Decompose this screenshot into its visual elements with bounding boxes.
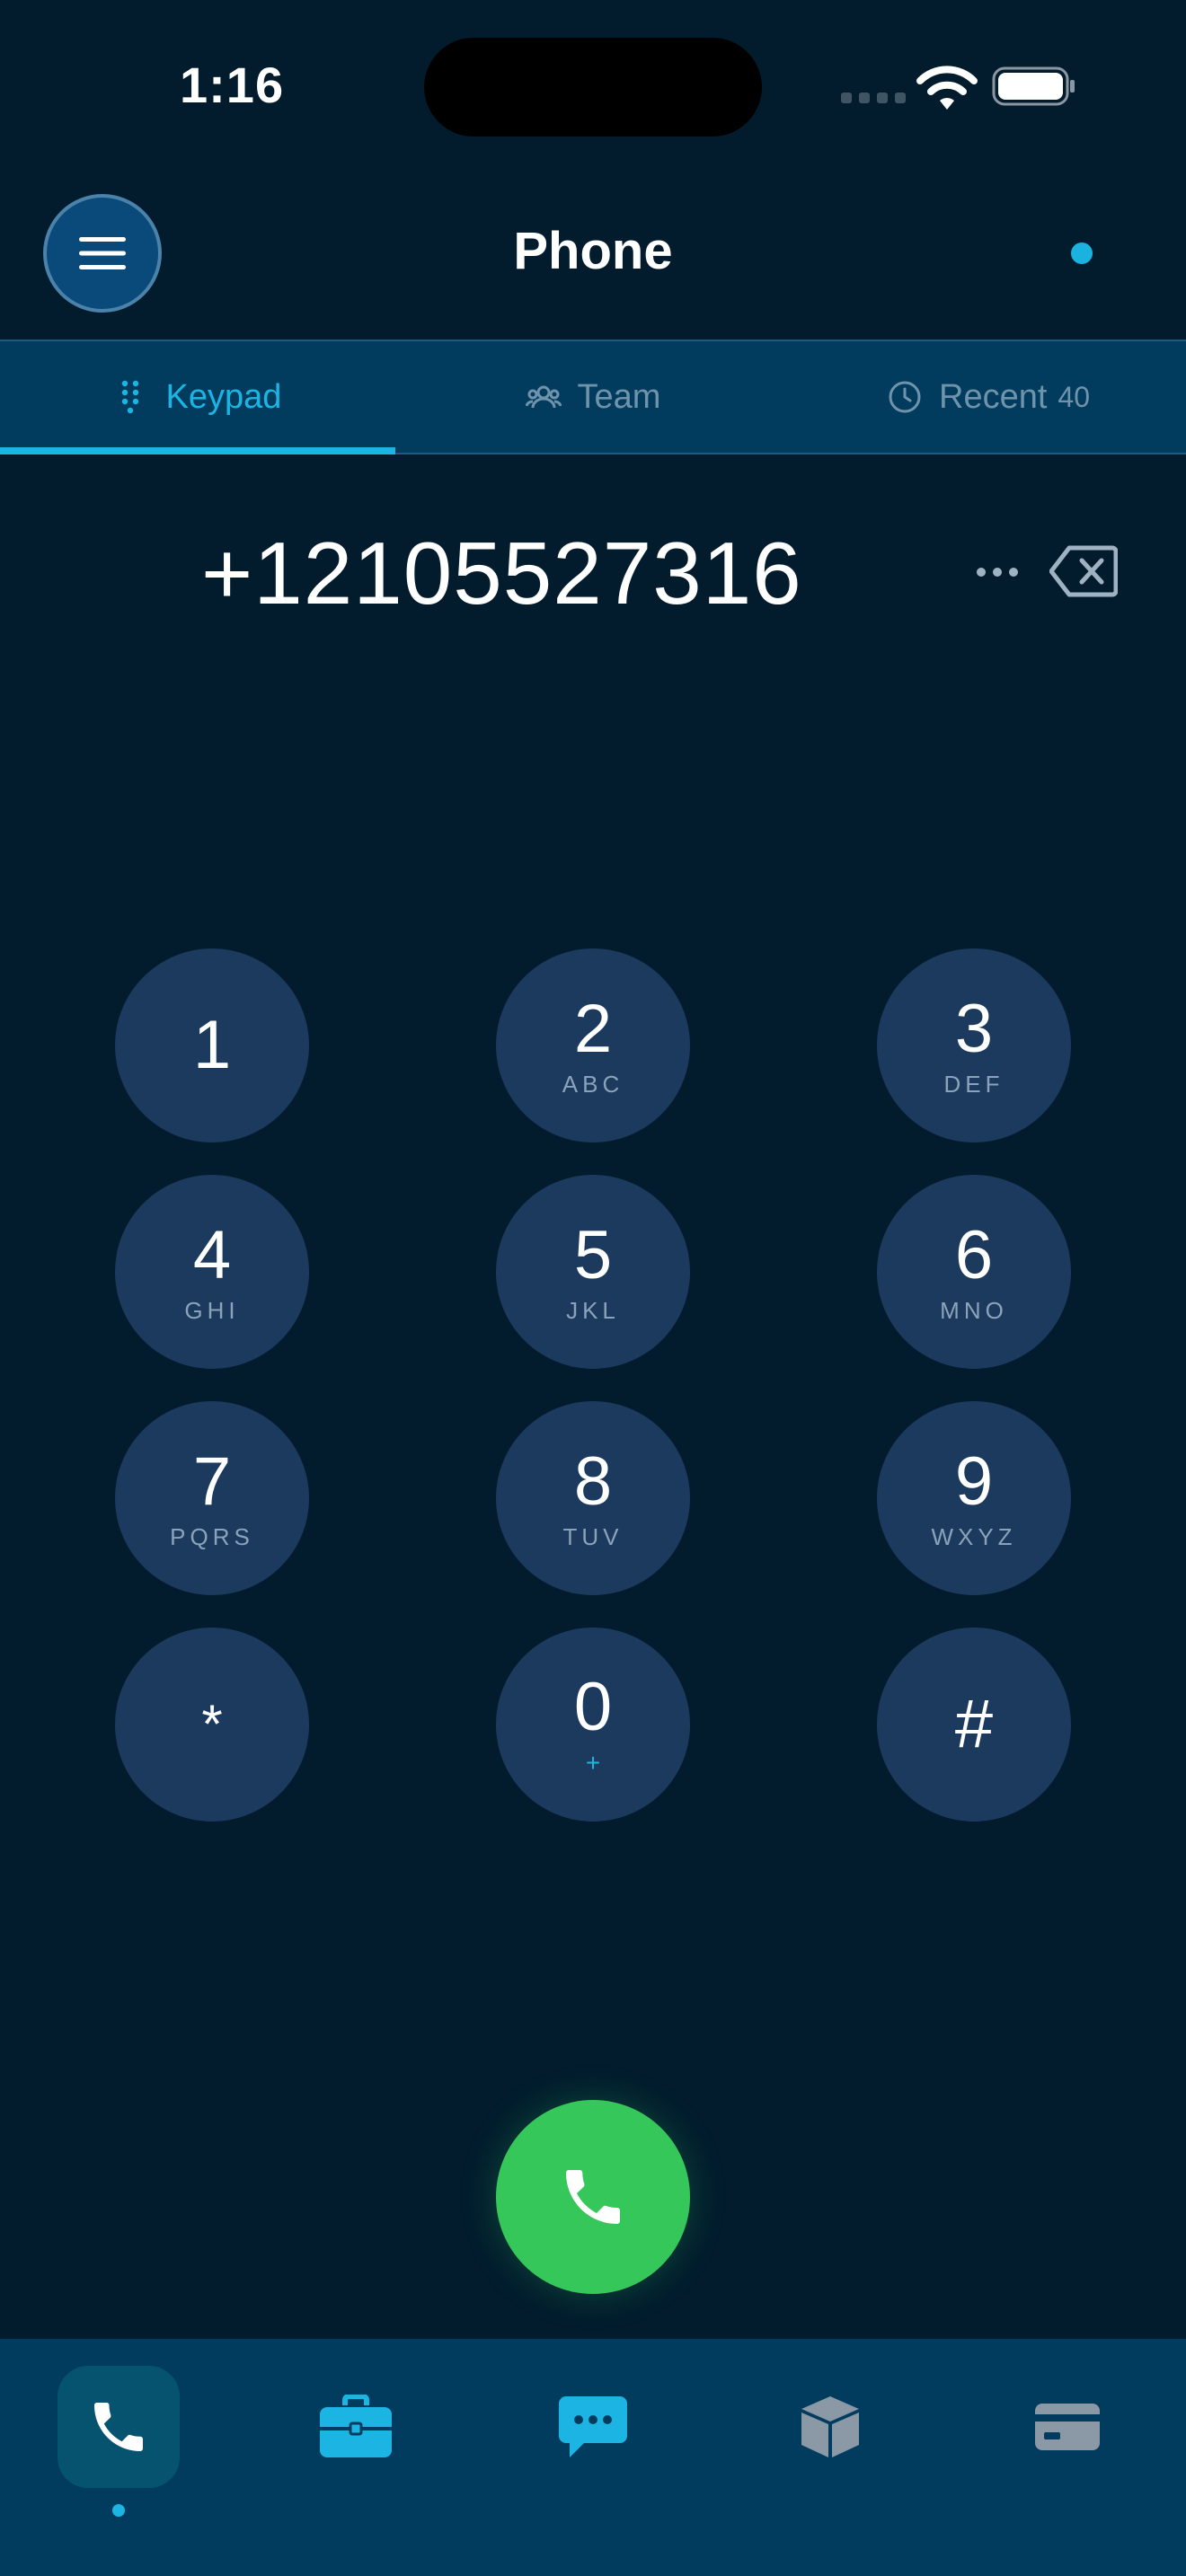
key-5[interactable]: 5 JKL bbox=[496, 1175, 690, 1369]
key-2[interactable]: 2 ABC bbox=[496, 948, 690, 1142]
key-digit: 5 bbox=[573, 1216, 613, 1293]
tab-team-label: Team bbox=[577, 377, 661, 416]
key-1[interactable]: 1 bbox=[115, 948, 309, 1142]
key-letters: ABC bbox=[562, 1070, 624, 1098]
nav-billing[interactable] bbox=[1006, 2366, 1128, 2488]
key-9[interactable]: 9 WXYZ bbox=[877, 1401, 1071, 1595]
key-letters: JKL bbox=[566, 1296, 620, 1324]
key-digit: 7 bbox=[192, 1442, 232, 1520]
phone-icon bbox=[94, 2403, 143, 2451]
card-icon bbox=[1035, 2404, 1100, 2450]
backspace-icon[interactable] bbox=[1049, 544, 1118, 598]
key-0[interactable]: 0 + bbox=[496, 1628, 690, 1822]
briefcase-icon bbox=[320, 2395, 392, 2457]
key-letters: + bbox=[585, 1749, 601, 1777]
key-hash[interactable]: # bbox=[877, 1628, 1071, 1822]
chat-icon bbox=[559, 2396, 627, 2457]
clock-icon bbox=[889, 381, 921, 413]
nav-phone[interactable] bbox=[58, 2366, 180, 2488]
nav-messages[interactable] bbox=[532, 2366, 654, 2488]
key-digit: 9 bbox=[954, 1442, 994, 1520]
box-icon bbox=[801, 2396, 859, 2457]
key-letters: GHI bbox=[184, 1296, 240, 1324]
key-digit: 0 bbox=[573, 1669, 613, 1745]
key-digit: * bbox=[201, 1694, 223, 1754]
tab-keypad[interactable]: Keypad bbox=[0, 341, 395, 454]
phone-icon bbox=[566, 2170, 620, 2224]
key-7[interactable]: 7 PQRS bbox=[115, 1401, 309, 1595]
key-digit: 6 bbox=[954, 1216, 994, 1293]
keypad-icon bbox=[121, 380, 138, 414]
tab-keypad-label: Keypad bbox=[165, 377, 282, 416]
key-6[interactable]: 6 MNO bbox=[877, 1175, 1071, 1369]
key-3[interactable]: 3 DEF bbox=[877, 948, 1071, 1142]
tab-recent[interactable]: Recent 40 bbox=[791, 341, 1186, 453]
key-letters: PQRS bbox=[170, 1522, 254, 1550]
wifi-icon bbox=[916, 66, 978, 110]
battery-icon bbox=[992, 66, 1075, 106]
dialed-number[interactable]: +12105527316 bbox=[201, 523, 802, 624]
presence-status-dot bbox=[1071, 243, 1093, 264]
page-title: Phone bbox=[513, 222, 673, 280]
key-letters: MNO bbox=[940, 1296, 1008, 1324]
bottom-navigation bbox=[0, 2339, 1186, 2576]
key-digit: 2 bbox=[573, 990, 613, 1067]
status-time: 1:16 bbox=[180, 57, 285, 113]
call-button[interactable] bbox=[496, 2100, 690, 2294]
key-star[interactable]: * bbox=[115, 1628, 309, 1822]
tab-recent-label: Recent bbox=[939, 377, 1048, 416]
phone-tabs: Keypad Team Recent 40 bbox=[0, 340, 1186, 454]
key-8[interactable]: 8 TUV bbox=[496, 1401, 690, 1595]
key-digit: # bbox=[954, 1686, 994, 1762]
cellular-signal-icon bbox=[841, 93, 906, 103]
nav-active-indicator bbox=[112, 2504, 125, 2517]
key-digit: 3 bbox=[954, 990, 994, 1067]
key-4[interactable]: 4 GHI bbox=[115, 1175, 309, 1369]
nav-packages[interactable] bbox=[769, 2366, 891, 2488]
key-letters: TUV bbox=[562, 1522, 624, 1550]
key-digit: 8 bbox=[573, 1442, 613, 1520]
nav-work[interactable] bbox=[295, 2366, 417, 2488]
key-letters: DEF bbox=[943, 1070, 1005, 1098]
key-digit: 1 bbox=[192, 1007, 232, 1083]
phone-screen: 1:16 Phone Keypad Team Recent 40 +121055… bbox=[0, 0, 1186, 2576]
team-icon bbox=[525, 385, 562, 409]
dynamic-island bbox=[424, 38, 762, 137]
key-digit: 4 bbox=[192, 1216, 232, 1293]
tab-team[interactable]: Team bbox=[395, 341, 791, 453]
recent-count-badge: 40 bbox=[1058, 380, 1090, 413]
more-options-icon[interactable] bbox=[976, 566, 1019, 578]
key-letters: WXYZ bbox=[931, 1522, 1017, 1550]
